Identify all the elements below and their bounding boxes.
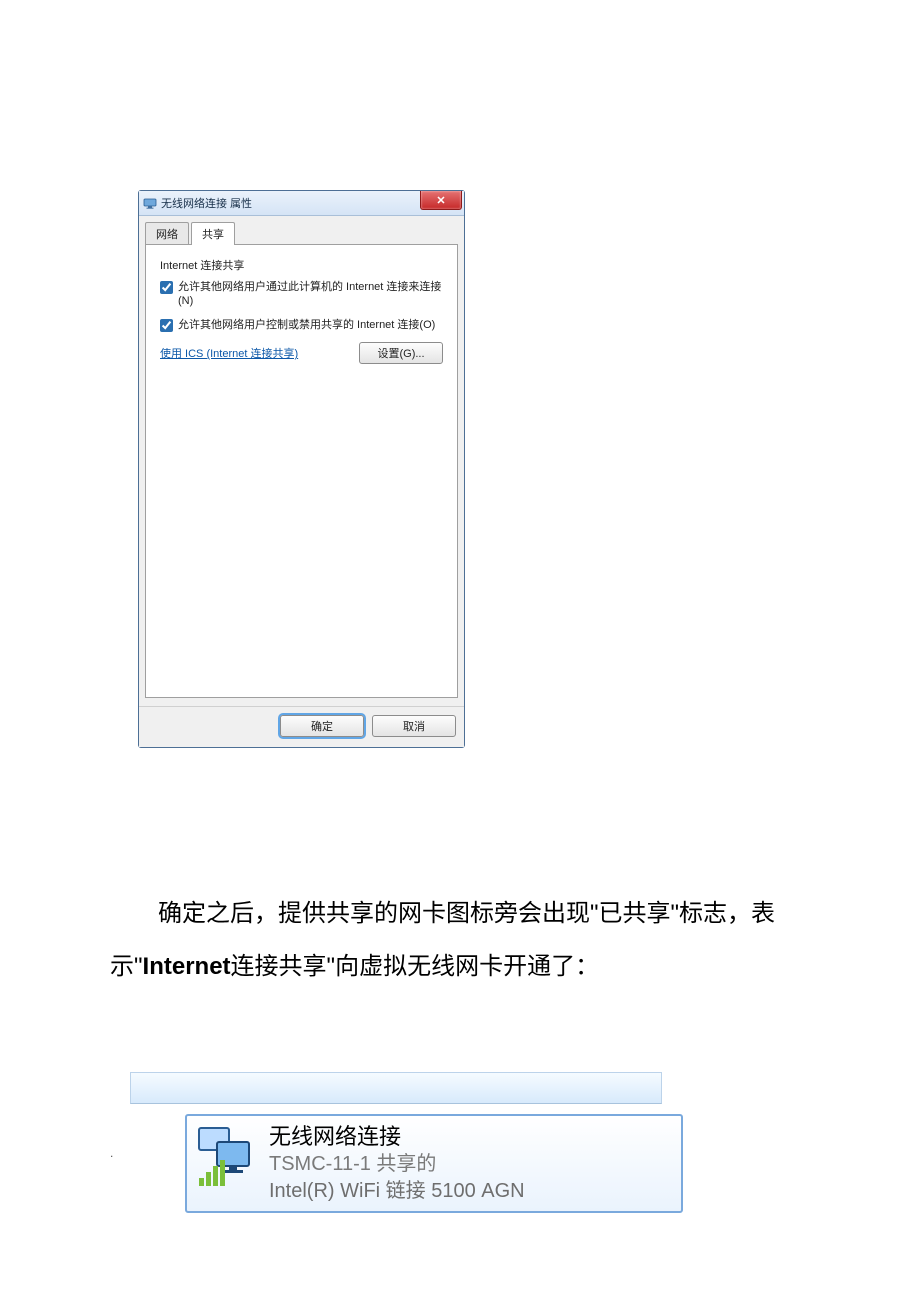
close-icon: ✕ — [436, 194, 445, 207]
network-icon — [143, 196, 157, 210]
tab-network[interactable]: 网络 — [145, 222, 189, 245]
connection-panel: 无线网络连接 TSMC-11-1 共享的 Intel(R) WiFi 链接 51… — [130, 1072, 810, 1214]
cancel-button[interactable]: 取消 — [372, 715, 456, 737]
connection-icon — [193, 1122, 263, 1192]
checkbox-row-allow-connect[interactable]: 允许其他网络用户通过此计算机的 Internet 连接来连接(N) — [160, 281, 443, 309]
ok-button[interactable]: 确定 — [280, 715, 364, 737]
connection-adapter: Intel(R) WiFi 链接 5100 AGN — [269, 1178, 525, 1205]
dialog-body: 网络 共享 Internet 连接共享 允许其他网络用户通过此计算机的 Inte… — [139, 216, 464, 706]
connection-name: 无线网络连接 — [269, 1122, 525, 1152]
checkbox-allow-connect[interactable] — [160, 281, 173, 294]
connection-status: TSMC-11-1 共享的 — [269, 1151, 525, 1178]
connection-header-bar — [130, 1072, 662, 1104]
body-paragraph: 确定之后，提供共享的网卡图标旁会出现"已共享"标志，表示"Internet连接共… — [110, 888, 810, 994]
checkbox-row-allow-control[interactable]: 允许其他网络用户控制或禁用共享的 Internet 连接(O) — [160, 319, 443, 333]
checkbox-allow-control-label: 允许其他网络用户控制或禁用共享的 Internet 连接(O) — [178, 319, 435, 333]
properties-dialog: 无线网络连接 属性 ✕ 网络 共享 Internet 连接共享 允许其他网络用户… — [138, 190, 465, 748]
settings-button[interactable]: 设置(G)... — [359, 342, 443, 364]
checkbox-allow-connect-label: 允许其他网络用户通过此计算机的 Internet 连接来连接(N) — [178, 281, 443, 309]
dialog-titlebar[interactable]: 无线网络连接 属性 ✕ — [139, 191, 464, 216]
tab-sharing[interactable]: 共享 — [191, 222, 235, 245]
close-button[interactable]: ✕ — [420, 191, 462, 210]
ics-link[interactable]: 使用 ICS (Internet 连接共享) — [160, 345, 298, 361]
tab-content-sharing: Internet 连接共享 允许其他网络用户通过此计算机的 Internet 连… — [145, 244, 458, 698]
tabs: 网络 共享 — [145, 222, 458, 245]
dialog-footer: 确定 取消 — [139, 706, 464, 747]
para-bold: Internet — [143, 953, 231, 980]
dialog-title: 无线网络连接 属性 — [161, 195, 252, 211]
connection-item[interactable]: 无线网络连接 TSMC-11-1 共享的 Intel(R) WiFi 链接 51… — [185, 1114, 683, 1214]
decorative-dot: . — [110, 1146, 113, 1160]
connection-text: 无线网络连接 TSMC-11-1 共享的 Intel(R) WiFi 链接 51… — [269, 1122, 525, 1206]
checkbox-allow-control[interactable] — [160, 319, 173, 332]
group-title: Internet 连接共享 — [160, 257, 443, 273]
para-part2: 连接共享"向虚拟无线网卡开通了： — [231, 953, 600, 980]
